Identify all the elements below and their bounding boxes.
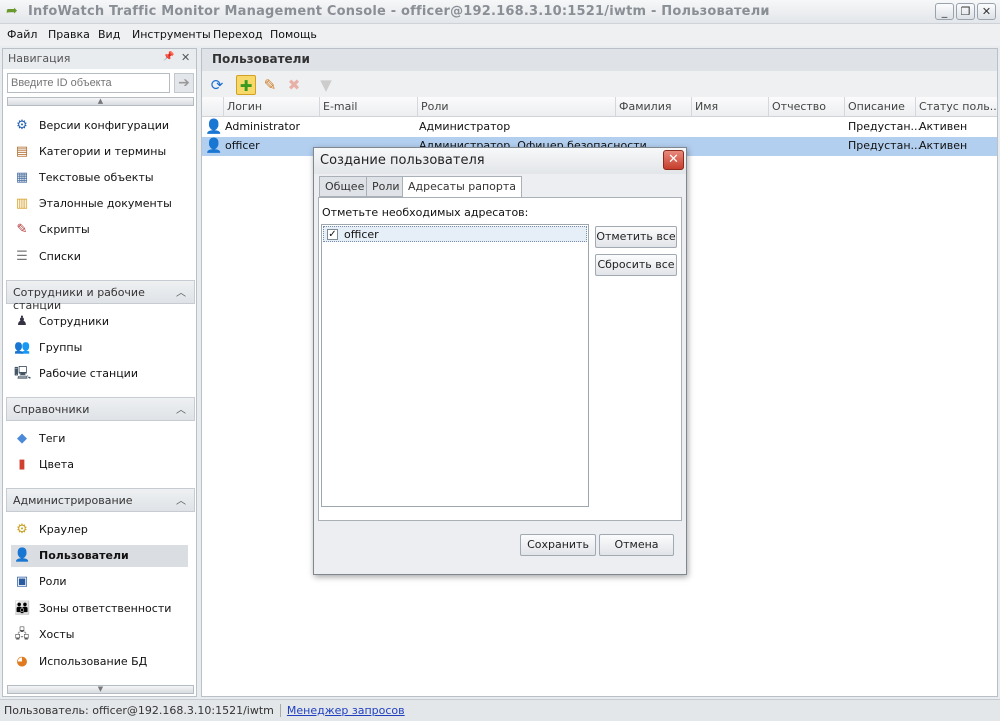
tab-panel: Отметьте необходимых адресатов: ✓ office…	[318, 197, 682, 521]
nav-header: Навигация 📌 ✕	[3, 49, 196, 69]
query-manager-link[interactable]: Менеджер запросов	[279, 704, 405, 717]
object-id-input[interactable]	[7, 73, 170, 93]
col-status[interactable]: Статус поль...	[915, 97, 997, 117]
filter-icon[interactable]: ▼	[316, 75, 336, 95]
panel-title: Пользователи	[202, 49, 997, 71]
menu-file[interactable]: Файл	[7, 28, 37, 41]
app-logo-icon: ➦	[6, 3, 18, 19]
col-email[interactable]: E-mail	[319, 97, 417, 117]
section-administration[interactable]: Администрирование ︿	[6, 488, 195, 512]
tab-general[interactable]: Общее	[319, 176, 371, 197]
pie-chart-icon: ◕	[16, 654, 28, 669]
nav-item-tags[interactable]: ◆ Теги	[11, 428, 188, 450]
maximize-button[interactable]: ❐	[956, 3, 975, 20]
list-icon: ☰	[16, 249, 28, 264]
hosts-icon: 🖧	[14, 627, 30, 642]
recipient-checkbox[interactable]: ✓	[327, 229, 338, 240]
col-roles[interactable]: Роли	[417, 97, 615, 117]
nav-item-workstations[interactable]: 🖳 Рабочие станции	[11, 363, 188, 385]
status-bar: Пользователь: officer@192.168.3.10:1521/…	[0, 699, 1000, 721]
text-card-icon: ▦	[15, 170, 29, 185]
dialog-title: Создание пользователя	[314, 148, 686, 174]
nav-item-colors[interactable]: ▮ Цвета	[11, 454, 188, 476]
computer-icon: 🖳	[14, 366, 32, 381]
recipients-list[interactable]: ✓ officer	[321, 224, 589, 507]
menu-tools[interactable]: Инструменты	[132, 28, 211, 41]
menu-go[interactable]: Переход	[213, 28, 263, 41]
check-all-button[interactable]: Отметить все	[595, 226, 677, 248]
dialog-close-button[interactable]: ✕	[663, 150, 684, 170]
grid-header: Логин E-mail Роли Фамилия Имя Отчество О…	[202, 97, 997, 117]
nav-item-employees[interactable]: ♟ Сотрудники	[11, 311, 188, 333]
nav-close-icon[interactable]: ✕	[181, 51, 190, 64]
pin-icon[interactable]: 📌	[163, 52, 174, 62]
nav-title: Навигация	[8, 52, 71, 65]
cancel-button[interactable]: Отмена	[599, 534, 674, 556]
nav-item-roles[interactable]: ▣ Роли	[11, 571, 188, 593]
title-bar: ➦ InfoWatch Traffic Monitor Management C…	[0, 0, 1000, 24]
user-icon: 👤	[205, 119, 223, 135]
nav-item-config-versions[interactable]: ⚙ Версии конфигурации	[11, 115, 188, 137]
scroll-up-button[interactable]: ▲	[7, 97, 194, 106]
tab-report-recipients[interactable]: Адресаты рапорта	[402, 176, 523, 198]
script-icon: ✎	[16, 222, 28, 237]
chevron-up-icon: ︿	[176, 288, 186, 299]
tag-icon: ◆	[17, 431, 27, 446]
nav-item-hosts[interactable]: 🖧 Хосты	[11, 624, 188, 646]
nav-item-lists[interactable]: ☰ Списки	[11, 246, 188, 268]
col-middle-name[interactable]: Отчество	[768, 97, 844, 117]
create-user-dialog: Создание пользователя ✕ Общее Роли Адрес…	[313, 147, 687, 575]
user-icon: 👤	[14, 548, 31, 563]
recipients-label: Отметьте необходимых адресатов:	[322, 206, 529, 219]
save-button[interactable]: Сохранить	[520, 534, 596, 556]
menu-edit[interactable]: Правка	[48, 28, 90, 41]
minimize-button[interactable]: _	[935, 3, 954, 20]
go-button[interactable]: ➔	[174, 73, 194, 93]
delete-icon[interactable]: ✖	[284, 75, 304, 95]
nav-item-text-objects[interactable]: ▦ Текстовые объекты	[11, 167, 188, 189]
refresh-icon[interactable]: ⟳	[207, 75, 227, 95]
nav-item-crawler[interactable]: ⚙ Краулер	[11, 519, 188, 541]
person-icon: ♟	[16, 314, 28, 329]
tray-icon: ▤	[15, 144, 29, 159]
menu-help[interactable]: Помощь	[270, 28, 317, 41]
document-icon: ▥	[15, 196, 29, 211]
colors-icon: ▮	[18, 457, 26, 472]
gear-icon: ⚙	[16, 118, 28, 133]
chevron-up-icon: ︿	[176, 496, 186, 507]
table-row[interactable]: 👤 Administrator Администратор Предустан.…	[202, 118, 997, 137]
menu-bar: Файл Правка Вид Инструменты Переход Помо…	[0, 24, 1000, 46]
role-icon: ▣	[15, 574, 29, 589]
nav-item-groups[interactable]: 👥 Группы	[11, 337, 188, 359]
scroll-down-button[interactable]: ▼	[7, 685, 194, 694]
section-employees[interactable]: Сотрудники и рабочие станции ︿	[6, 280, 195, 312]
crawler-icon: ⚙	[16, 522, 28, 537]
section-references[interactable]: Справочники ︿	[6, 397, 195, 421]
list-item[interactable]: ✓ officer	[323, 226, 587, 242]
user-icon: 👤	[205, 138, 223, 154]
menu-view[interactable]: Вид	[98, 28, 120, 41]
group-icon: 👥	[14, 340, 31, 355]
reset-all-button[interactable]: Сбросить все	[595, 254, 677, 276]
col-description[interactable]: Описание	[844, 97, 915, 117]
col-login[interactable]: Логин	[223, 97, 319, 117]
nav-item-responsibility-zones[interactable]: 👪 Зоны ответственности	[11, 598, 188, 620]
nav-item-scripts[interactable]: ✎ Скрипты	[11, 219, 188, 241]
add-user-button[interactable]: ✚	[236, 75, 256, 95]
col-first-name[interactable]: Имя	[691, 97, 768, 117]
window-title: InfoWatch Traffic Monitor Management Con…	[28, 4, 770, 19]
nav-item-db-usage[interactable]: ◕ Использование БД	[11, 651, 188, 673]
col-last-name[interactable]: Фамилия	[615, 97, 691, 117]
nav-item-categories[interactable]: ▤ Категории и термины	[11, 141, 188, 163]
tab-roles[interactable]: Роли	[366, 176, 406, 197]
edit-icon[interactable]: ✎	[260, 75, 280, 95]
toolbar: ⟳ ✚ ✎ ✖ ▼	[202, 71, 997, 98]
close-window-button[interactable]: ✕	[977, 3, 996, 20]
status-user: Пользователь: officer@192.168.3.10:1521/…	[4, 704, 274, 717]
nav-item-users[interactable]: 👤 Пользователи	[11, 545, 188, 567]
navigation-panel: Навигация 📌 ✕ ➔ ▲ ⚙Версии конфигурации ▤…	[2, 48, 197, 697]
chevron-up-icon: ︿	[176, 405, 186, 416]
zones-icon: 👪	[14, 601, 31, 616]
nav-item-reference-docs[interactable]: ▥ Эталонные документы	[11, 193, 188, 215]
